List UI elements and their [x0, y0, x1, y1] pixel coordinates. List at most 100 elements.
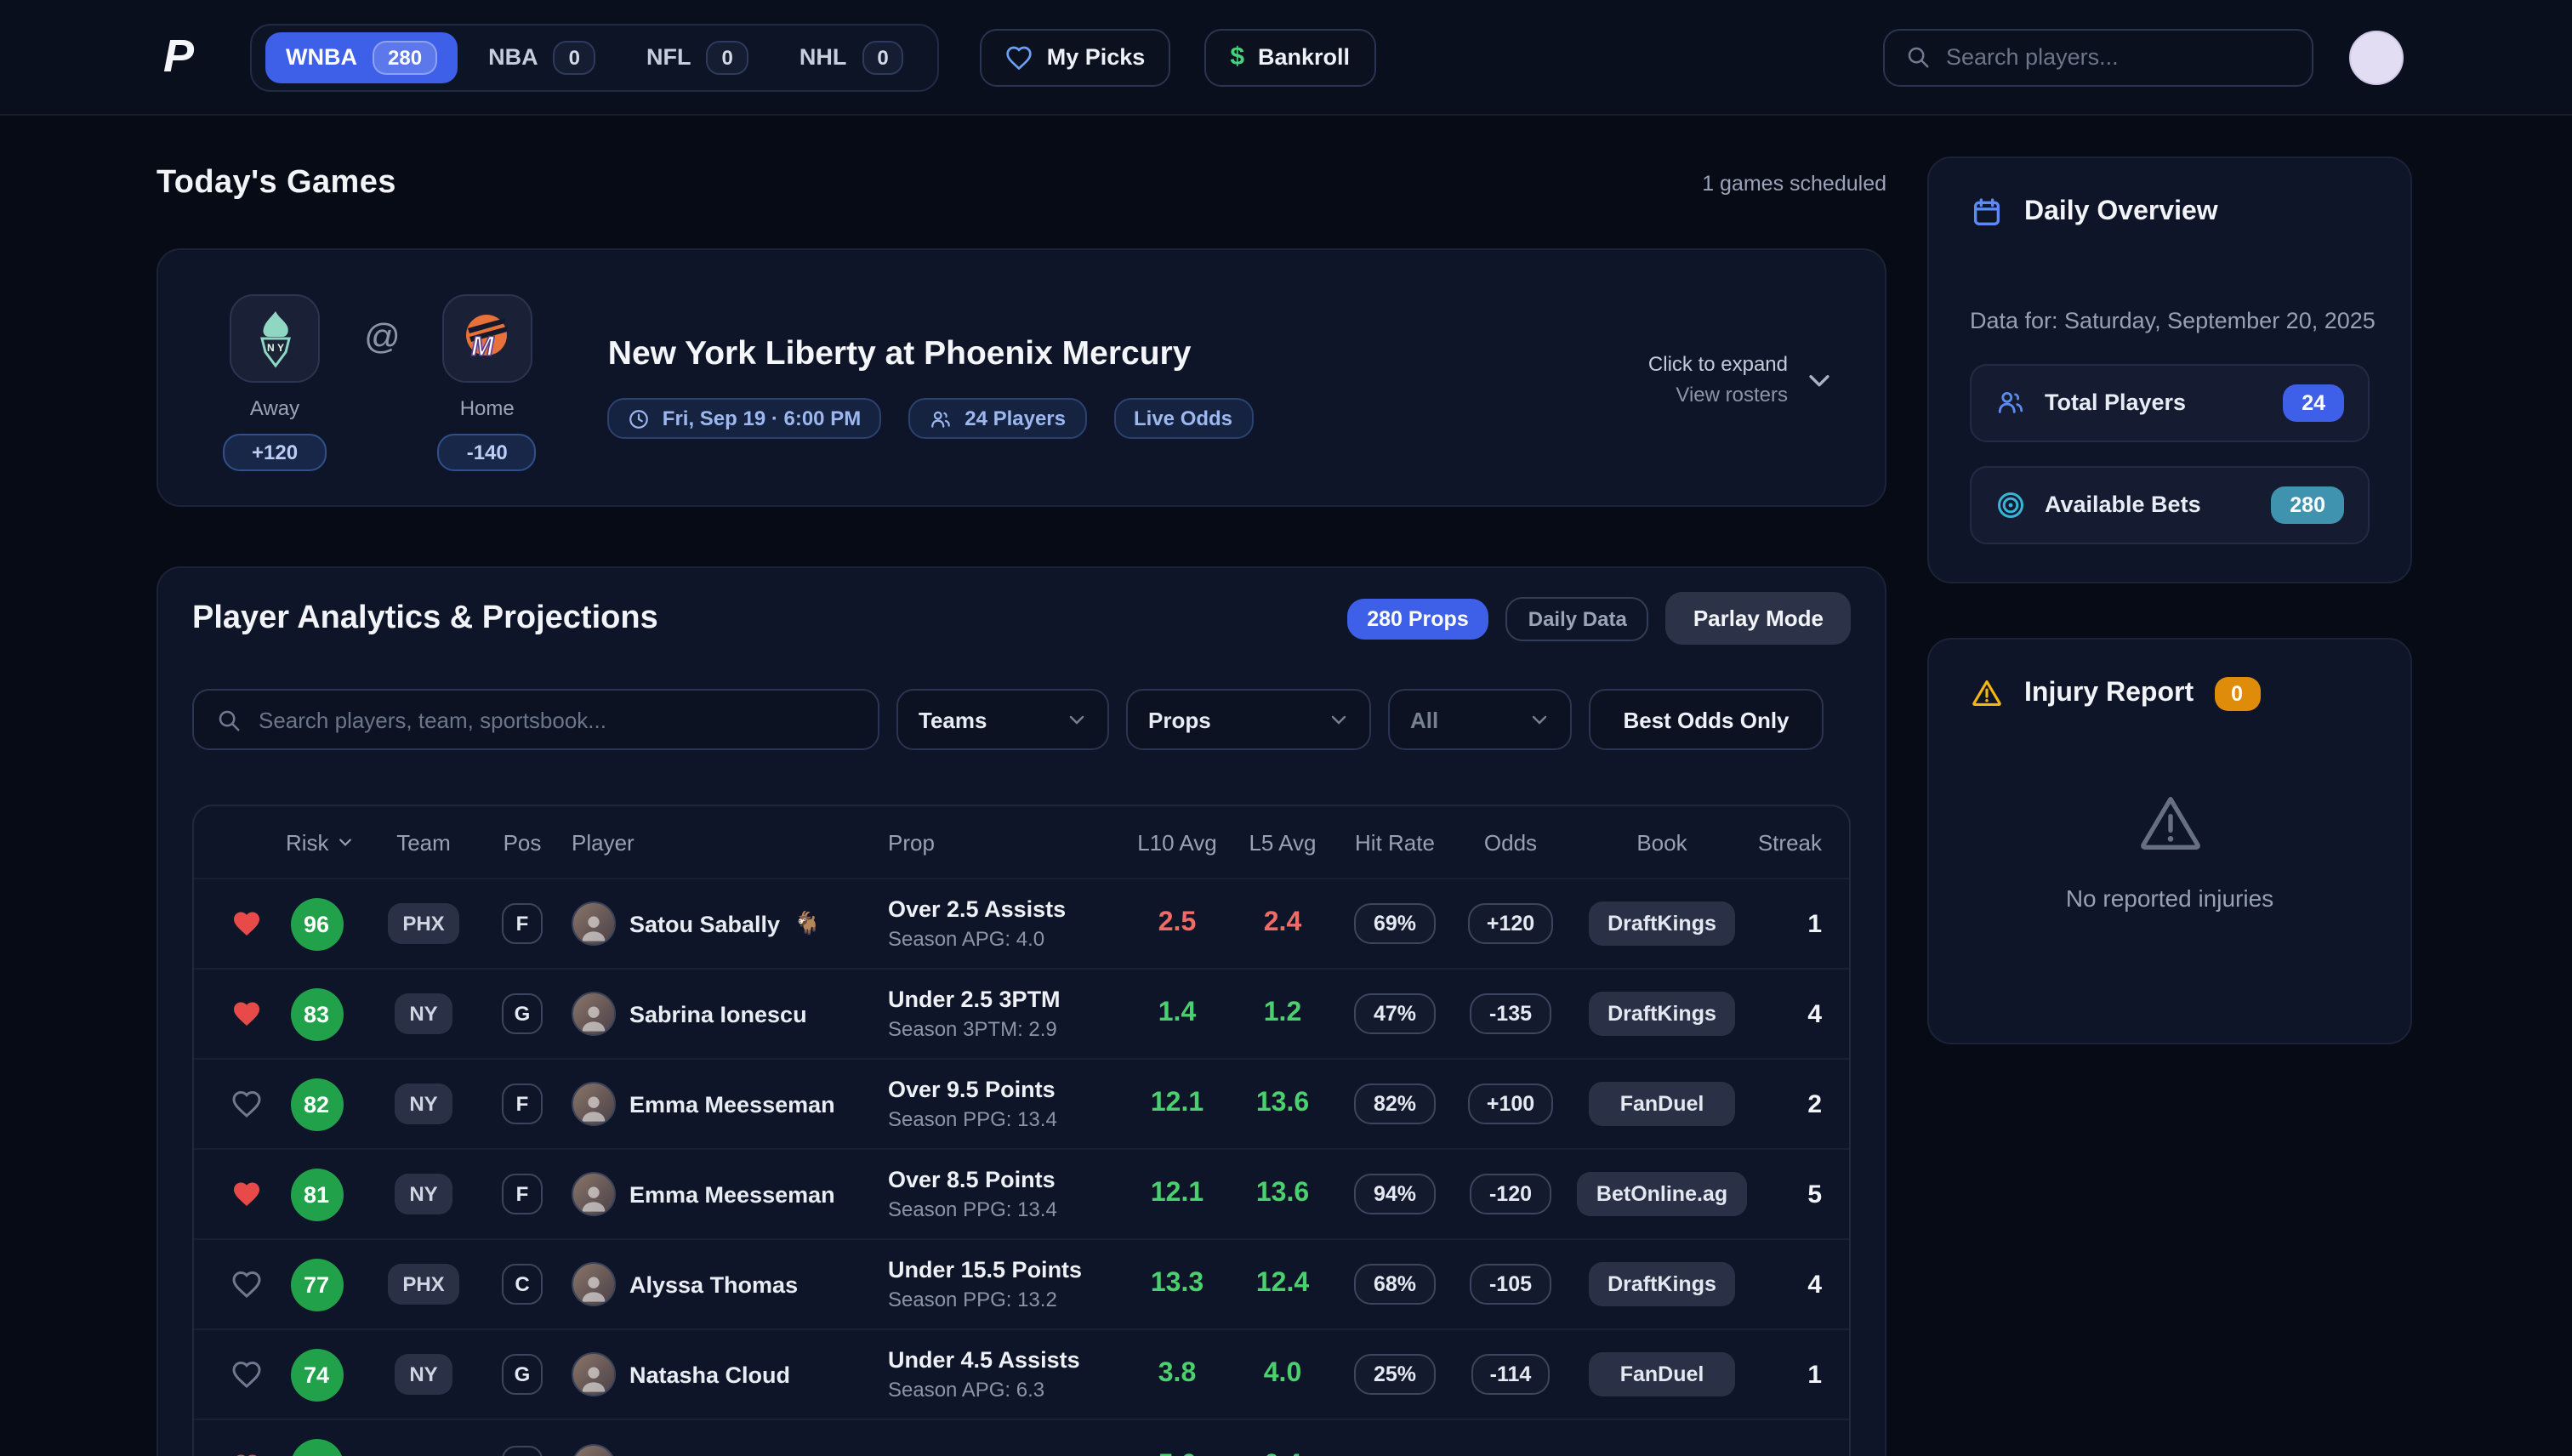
tab-nba-label: NBA [488, 44, 538, 70]
user-avatar[interactable] [2349, 30, 2404, 84]
prop-label: Over 2.5 Assists [888, 896, 1066, 922]
player-avatar [572, 1172, 616, 1216]
favorite-heart-icon[interactable] [231, 1179, 262, 1209]
tab-nfl[interactable]: NFL 0 [626, 31, 769, 82]
total-players-label: Total Players [2045, 390, 2186, 416]
parlay-mode-button[interactable]: Parlay Mode [1666, 592, 1851, 645]
position-badge: F [502, 1174, 543, 1214]
risk-score: 83 [290, 987, 343, 1040]
odds-pill[interactable]: -114 [1471, 1354, 1551, 1395]
bankroll-button[interactable]: $ Bankroll [1204, 28, 1375, 86]
season-stat: Season APG: 6.3 [888, 1378, 1044, 1402]
col-team: Team [364, 829, 483, 855]
svg-text:M: M [472, 331, 496, 361]
hit-rate-pill: 94% [1355, 1174, 1435, 1214]
table-search-input[interactable] [259, 707, 856, 732]
my-picks-button[interactable]: My Picks [981, 28, 1171, 86]
streak-value: 1 [1807, 909, 1822, 938]
sportsbook-badge: DraftKings [1589, 992, 1735, 1036]
team-badge: NY [394, 993, 452, 1034]
table-row[interactable]: 82 NY F Emma Meesseman Over 9.5 Points S… [194, 1060, 1849, 1150]
global-search-input[interactable] [1946, 44, 2291, 70]
prop-label: Under 2.5 3PTM [888, 987, 1061, 1012]
table-row[interactable]: 81 NY F Emma Meesseman Over 8.5 Points S… [194, 1150, 1849, 1240]
favorite-heart-icon[interactable] [231, 1089, 262, 1119]
props-count-pill[interactable]: 280 Props [1346, 598, 1489, 639]
table-header: Risk Team Pos Player Prop L10 Avg L5 Avg… [194, 806, 1849, 879]
table-body: 96 PHX F Satou Sabally 🐐 Over 2.5 Assist… [194, 879, 1849, 1456]
daily-overview-title: Daily Overview [2024, 197, 2218, 228]
odds-pill[interactable]: -105 [1471, 1264, 1551, 1305]
l5-avg-value: 13.6 [1256, 1179, 1309, 1209]
page-title: Today's Games [156, 165, 396, 202]
users-icon [1995, 389, 2026, 418]
table-row[interactable]: 77 PHX C Alyssa Thomas Under 15.5 Points… [194, 1240, 1849, 1330]
table-row[interactable]: 96 PHX F Satou Sabally 🐐 Over 2.5 Assist… [194, 879, 1849, 970]
injury-report-title: Injury Report [2024, 679, 2194, 709]
team-badge: NY [394, 1354, 452, 1395]
best-odds-button[interactable]: Best Odds Only [1589, 689, 1824, 750]
expand-control[interactable]: Click to expand View rosters [1648, 352, 1834, 407]
favorite-heart-icon[interactable] [231, 908, 262, 939]
season-stat: Season 3PTM: 2.9 [888, 1017, 1057, 1041]
col-streak: Streak [1757, 829, 1851, 855]
odds-pill[interactable]: +120 [1468, 903, 1553, 944]
position-badge: G [502, 993, 543, 1034]
chevron-down-icon [1529, 709, 1550, 730]
col-prop: Prop [881, 829, 1124, 855]
game-card[interactable]: N Y Away +120 @ M [156, 248, 1886, 507]
tab-wnba-label: WNBA [286, 44, 357, 70]
daily-data-pill[interactable]: Daily Data [1506, 596, 1649, 640]
col-player: Player [561, 829, 881, 855]
odds-pill[interactable]: +100 [1468, 1083, 1553, 1124]
odds-pill[interactable]: -135 [1471, 993, 1551, 1034]
position-badge: F [502, 1083, 543, 1124]
col-hitrate: Hit Rate [1335, 829, 1454, 855]
game-title: New York Liberty at Phoenix Mercury [608, 335, 1253, 374]
available-bets-value: 280 [2271, 486, 2344, 524]
sportsbook-badge: FanDuel [1589, 1082, 1735, 1126]
top-nav: P WNBA 280 NBA 0 NFL 0 NHL 0 My Pi [0, 0, 2572, 116]
table-search [192, 689, 879, 750]
prop-label: Under 15.5 Points [888, 1257, 1082, 1283]
l5-avg-value: 2.4 [1264, 908, 1302, 939]
favorite-heart-icon[interactable] [231, 1450, 262, 1456]
table-row[interactable]: 83 NY G Sabrina Ionescu Under 2.5 3PTM S… [194, 970, 1849, 1060]
table-row[interactable]: 74 NY G Natasha Cloud Under 4.5 Assists … [194, 1330, 1849, 1420]
injury-report-card: Injury Report 0 No reported injuries [1927, 638, 2412, 1044]
season-stat: Season APG: 4.0 [888, 927, 1044, 951]
home-team-logo: M [442, 294, 532, 383]
col-pos: Pos [483, 829, 561, 855]
injury-count-badge: 0 [2214, 677, 2260, 711]
col-risk[interactable]: Risk [269, 829, 364, 855]
streak-value: 5 [1807, 1180, 1822, 1209]
player-name: Emma Meesseman [629, 1181, 835, 1207]
favorite-heart-icon[interactable] [231, 1269, 262, 1300]
favorite-heart-icon[interactable] [231, 1359, 262, 1390]
l5-avg-value: 1.2 [1264, 998, 1302, 1029]
at-symbol: @ [364, 318, 401, 359]
prop-label: Under 4.5 Assists [888, 1347, 1080, 1373]
prop-label: Over 9.5 Points [888, 1077, 1056, 1102]
favorite-heart-icon[interactable] [231, 998, 262, 1029]
props-filter-dropdown[interactable]: Props [1126, 689, 1371, 750]
season-stat: Season PPG: 13.4 [888, 1197, 1057, 1221]
home-odds-pill[interactable]: -140 [438, 434, 537, 471]
team-badge: PHX [387, 1264, 459, 1305]
hit-rate-pill: 82% [1355, 1083, 1435, 1124]
tab-nhl[interactable]: NHL 0 [779, 31, 925, 82]
users-icon [929, 407, 953, 429]
table-row[interactable]: Over 4.5 Rebounds 5.6 6.4 [194, 1420, 1849, 1456]
tab-nba[interactable]: NBA 0 [468, 31, 616, 82]
odds-pill[interactable]: -120 [1471, 1174, 1551, 1214]
position-badge: G [502, 1354, 543, 1395]
away-odds-pill[interactable]: +120 [223, 434, 327, 471]
tab-wnba[interactable]: WNBA 280 [265, 31, 458, 82]
player-name: Sabrina Ionescu [629, 1001, 807, 1027]
daily-overview-card: Daily Overview Data for: Saturday, Septe… [1927, 156, 2412, 583]
all-filter-dropdown[interactable]: All [1388, 689, 1572, 750]
total-players-value: 24 [2283, 384, 2344, 422]
expand-line2: View rosters [1648, 383, 1788, 407]
teams-filter-dropdown[interactable]: Teams [896, 689, 1109, 750]
global-search [1883, 28, 2313, 86]
